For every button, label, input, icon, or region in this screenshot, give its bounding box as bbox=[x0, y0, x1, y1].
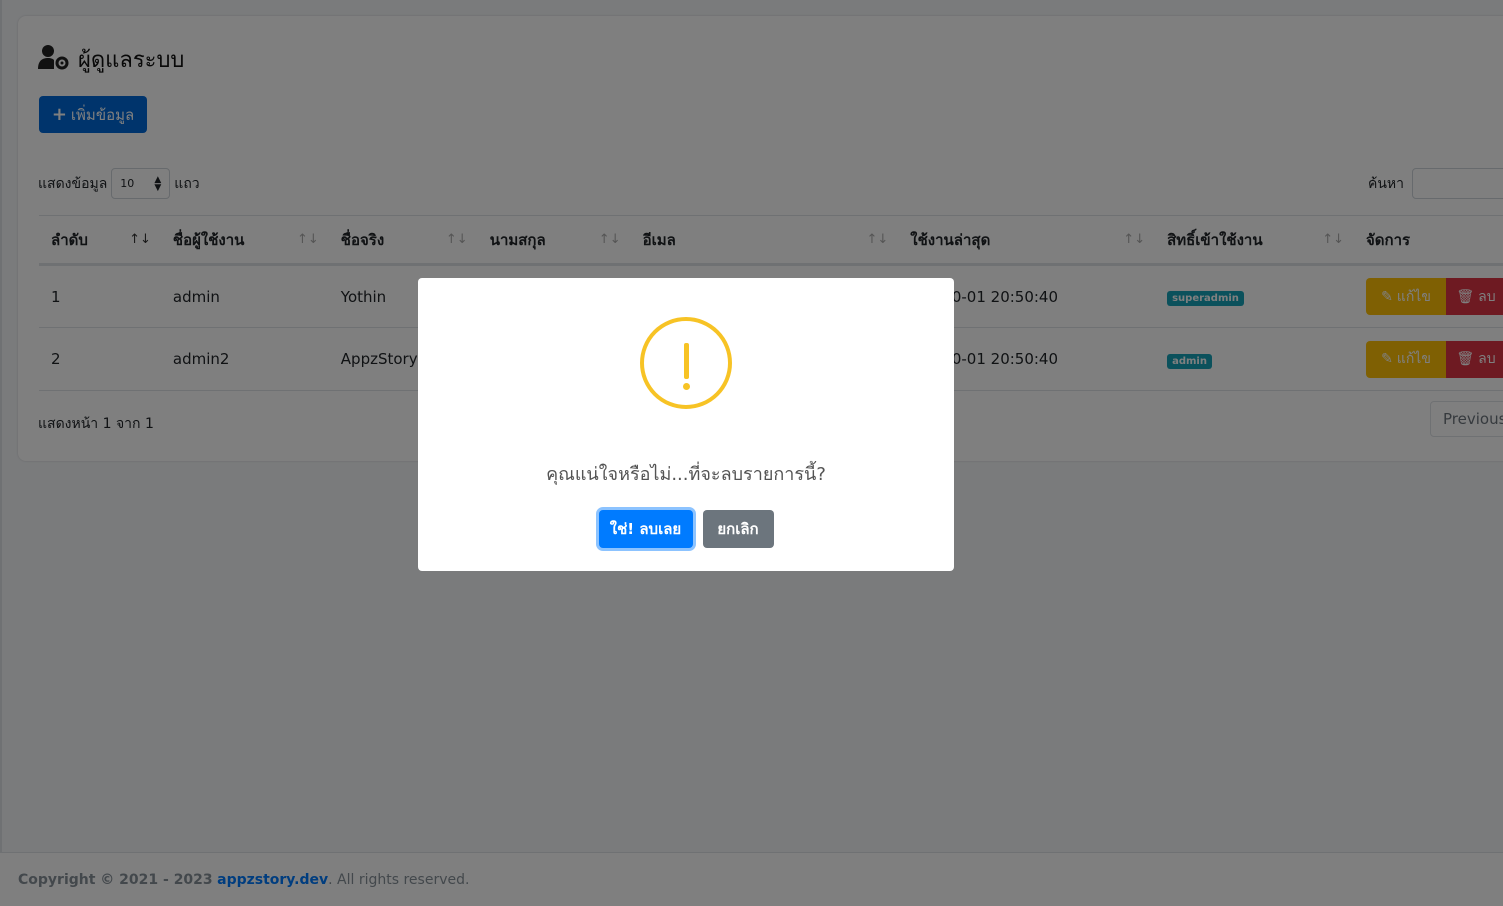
warning-icon bbox=[640, 317, 732, 409]
confirm-dialog: คุณแน่ใจหรือไม่...ที่จะลบรายการนี้? ใช่!… bbox=[418, 278, 954, 571]
confirm-delete-button[interactable]: ใช่! ลบเลย bbox=[598, 510, 693, 548]
dialog-actions: ใช่! ลบเลย ยกเลิก bbox=[418, 510, 954, 548]
cancel-button[interactable]: ยกเลิก bbox=[702, 510, 774, 548]
dialog-message: คุณแน่ใจหรือไม่...ที่จะลบรายการนี้? bbox=[546, 464, 826, 485]
